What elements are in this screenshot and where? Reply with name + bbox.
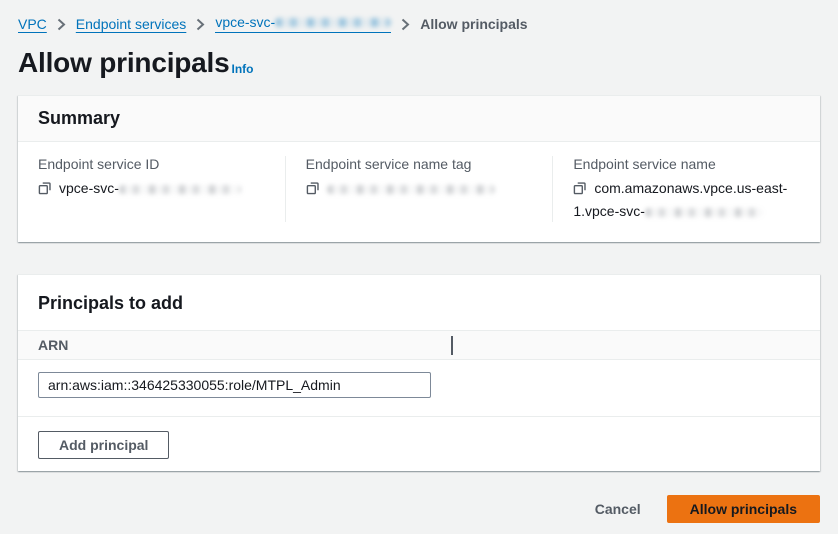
summary-card: Summary Endpoint service ID vpce-svc- En… [18,95,820,242]
field-label: Endpoint service ID [38,156,265,172]
chevron-right-icon [57,18,66,31]
redacted-service-id [275,18,391,27]
field-value: com.amazonaws.vpce.us-east-1.vpce-svc- [573,178,800,222]
chevron-right-icon [196,18,205,31]
principals-card-footer: Add principal [18,417,820,471]
form-actions: Cancel Allow principals [18,495,820,523]
summary-card-header: Summary [18,96,820,142]
copy-icon[interactable] [38,180,52,201]
arn-column-header: ARN [38,337,68,353]
arn-input-row [18,360,820,417]
chevron-right-icon [401,18,410,31]
principals-card-header: Principals to add [18,275,820,330]
cancel-button[interactable]: Cancel [595,501,641,517]
summary-field-endpoint-service-id: Endpoint service ID vpce-svc- [18,156,285,222]
field-value: vpce-svc- [38,178,265,201]
principals-to-add-card: Principals to add ARN Add principal [18,274,820,471]
summary-body: Endpoint service ID vpce-svc- Endpoint s… [18,142,820,242]
field-value [306,178,533,201]
arn-input[interactable] [38,372,431,398]
arn-table-header-row: ARN [18,330,820,360]
breadcrumb-link-endpoint-services[interactable]: Endpoint services [76,16,187,32]
info-link[interactable]: Info [232,62,254,79]
field-label: Endpoint service name [573,156,800,172]
breadcrumb: VPC Endpoint services vpce-svc- Allow pr… [18,14,820,33]
redacted-value [119,185,241,194]
redacted-value [327,185,495,194]
summary-field-endpoint-service-name-tag: Endpoint service name tag [285,156,553,222]
page-title: Allow principals [18,47,230,79]
allow-principals-page: VPC Endpoint services vpce-svc- Allow pr… [0,0,838,523]
copy-icon[interactable] [306,180,320,201]
column-resize-handle[interactable] [451,336,453,355]
add-principal-button[interactable]: Add principal [38,431,169,459]
redacted-value [645,208,763,217]
breadcrumb-current: Allow principals [420,16,527,32]
breadcrumb-link-vpc[interactable]: VPC [18,16,47,32]
copy-icon[interactable] [573,180,587,201]
breadcrumb-link-service-id[interactable]: vpce-svc- [215,14,391,33]
allow-principals-button[interactable]: Allow principals [667,495,820,523]
field-value-prefix: vpce-svc- [59,180,119,196]
summary-title: Summary [38,108,800,129]
service-id-prefix: vpce-svc- [215,14,275,30]
summary-field-endpoint-service-name: Endpoint service name com.amazonaws.vpce… [552,156,820,222]
page-title-row: Allow principals Info [18,47,820,79]
field-label: Endpoint service name tag [306,156,533,172]
principals-title: Principals to add [38,293,800,314]
